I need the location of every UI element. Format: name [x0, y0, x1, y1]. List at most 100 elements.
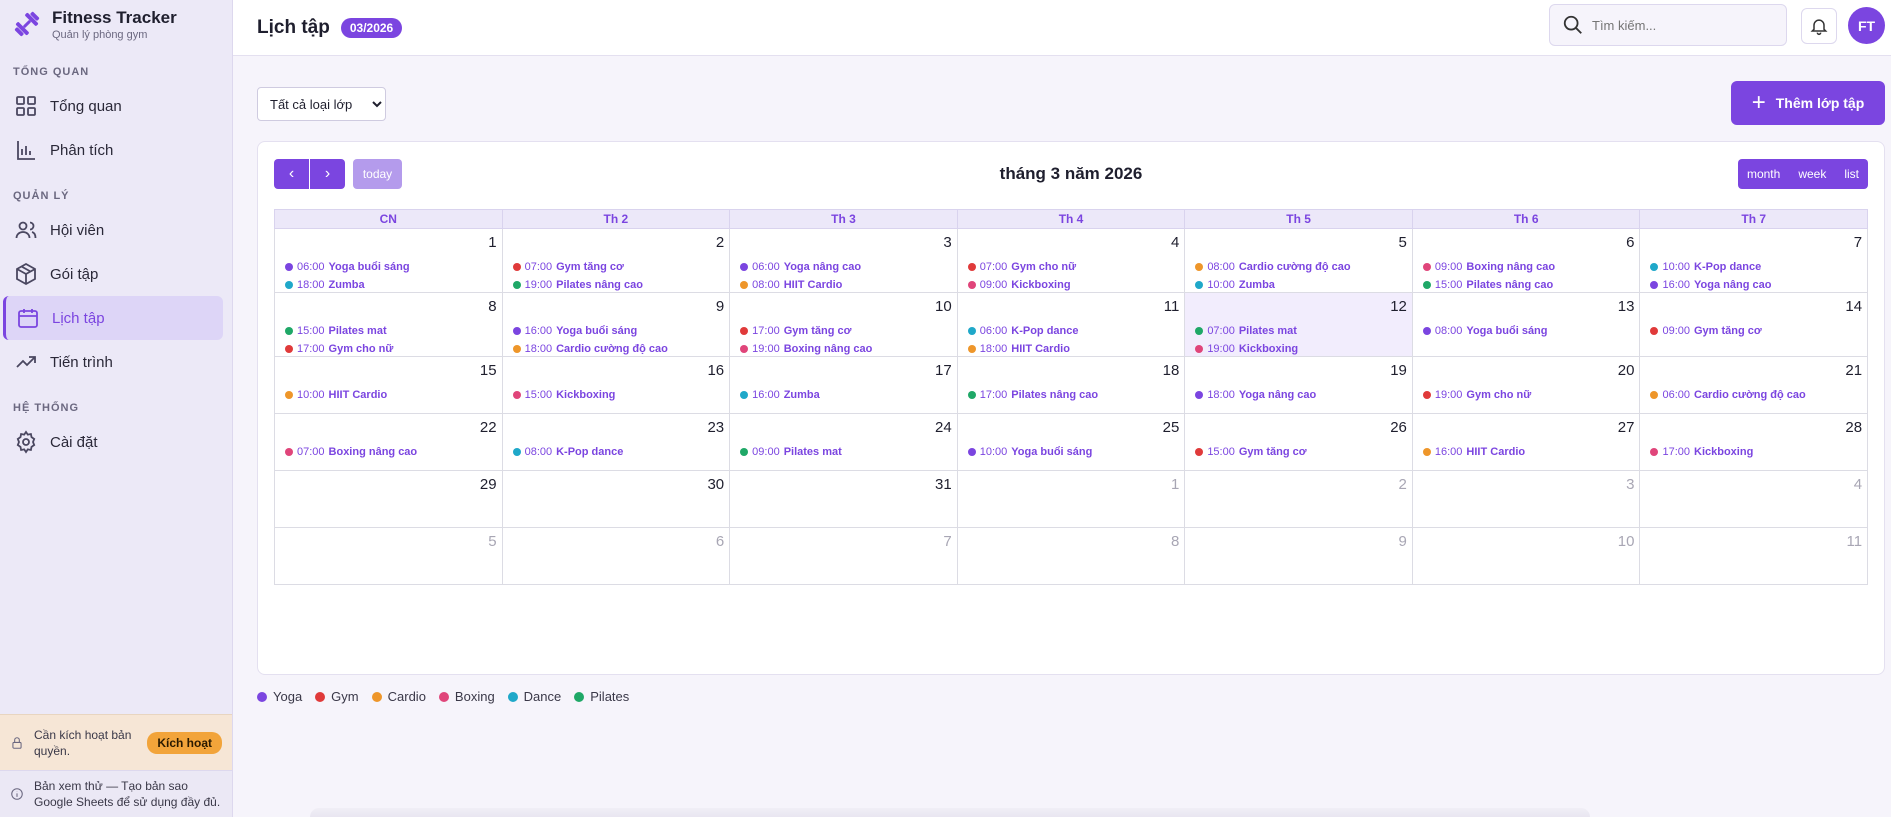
day-cell[interactable]: 13 08:00 Yoga buổi sáng — [1411, 293, 1640, 356]
day-cell[interactable]: 21 06:00 Cardio cường độ cao — [1639, 357, 1867, 413]
calendar-event[interactable]: 15:00 Pilates mat — [285, 322, 498, 340]
day-cell[interactable]: 25 10:00 Yoga buổi sáng — [956, 414, 1185, 470]
brand[interactable]: Fitness Tracker Quản lý phòng gym — [0, 0, 232, 48]
day-cell[interactable]: 30 — [501, 471, 730, 527]
sidebar-item[interactable]: Tiến trình — [3, 340, 223, 384]
sidebar-item[interactable]: Phân tích — [3, 128, 223, 172]
day-cell[interactable]: 5 08:00 Cardio cường độ cao 10:00 Zumba — [1184, 229, 1412, 292]
calendar-event[interactable]: 15:00 Pilates nâng cao — [1422, 276, 1636, 294]
day-cell[interactable]: 29 — [275, 471, 502, 527]
calendar-event[interactable]: 19:00 Pilates nâng cao — [512, 276, 726, 294]
view-month-button[interactable]: month — [1738, 159, 1789, 189]
day-cell[interactable]: 15 10:00 HIIT Cardio — [275, 357, 502, 413]
calendar-event[interactable]: 15:00 Kickboxing — [512, 386, 726, 404]
day-cell[interactable]: 4 — [1639, 471, 1867, 527]
calendar-event[interactable]: 07:00 Boxing nâng cao — [285, 443, 498, 461]
day-cell[interactable]: 7 — [729, 528, 957, 584]
day-cell[interactable]: 3 06:00 Yoga nâng cao 08:00 HIIT Cardio — [729, 229, 957, 292]
day-cell[interactable]: 26 15:00 Gym tăng cơ — [1184, 414, 1412, 470]
calendar-event[interactable]: 07:00 Gym tăng cơ — [512, 258, 726, 276]
calendar-event[interactable]: 07:00 Pilates mat — [1195, 322, 1408, 340]
sidebar-item[interactable]: Hội viên — [3, 208, 223, 252]
day-cell[interactable]: 3 — [1411, 471, 1640, 527]
day-cell[interactable]: 23 08:00 K-Pop dance — [501, 414, 730, 470]
calendar-event[interactable]: 07:00 Gym cho nữ — [967, 258, 1181, 276]
calendar-event[interactable]: 19:00 Kickboxing — [1195, 340, 1408, 358]
calendar-event[interactable]: 06:00 Cardio cường độ cao — [1650, 386, 1863, 404]
search-input[interactable] — [1592, 17, 1772, 33]
day-cell[interactable]: 18 17:00 Pilates nâng cao — [956, 357, 1185, 413]
calendar-event[interactable]: 06:00 Yoga buổi sáng — [285, 258, 498, 276]
day-cell[interactable]: 2 07:00 Gym tăng cơ 19:00 Pilates nâng cao — [501, 229, 730, 294]
calendar-event[interactable]: 16:00 HIIT Cardio — [1422, 443, 1636, 461]
day-cell[interactable]: 31 — [729, 471, 957, 527]
day-cell[interactable]: 7 10:00 K-Pop dance 16:00 Yoga nâng cao — [1639, 229, 1867, 292]
day-cell[interactable]: 5 — [275, 528, 502, 584]
calendar-event[interactable]: 19:00 Boxing nâng cao — [740, 340, 953, 358]
day-cell[interactable]: 16 15:00 Kickboxing — [501, 357, 730, 413]
add-class-button[interactable]: + Thêm lớp tập — [1731, 81, 1885, 125]
day-cell[interactable]: 1 — [956, 471, 1185, 527]
day-cell[interactable]: 19 18:00 Yoga nâng cao — [1184, 357, 1412, 413]
sidebar-item[interactable]: Lịch tập — [3, 296, 223, 340]
calendar-event[interactable]: 16:00 Yoga buổi sáng — [512, 322, 726, 340]
calendar-event[interactable]: 18:00 Zumba — [285, 276, 498, 294]
calendar-event[interactable]: 06:00 Yoga nâng cao — [740, 258, 953, 276]
calendar-event[interactable]: 17:00 Pilates nâng cao — [967, 386, 1181, 404]
day-cell[interactable]: 24 09:00 Pilates mat — [729, 414, 957, 470]
notification-button[interactable] — [1801, 8, 1837, 44]
calendar-event[interactable]: 18:00 Yoga nâng cao — [1195, 386, 1408, 404]
calendar-event[interactable]: 19:00 Gym cho nữ — [1422, 386, 1636, 404]
calendar-event[interactable]: 15:00 Gym tăng cơ — [1195, 443, 1408, 461]
day-cell[interactable]: 22 07:00 Boxing nâng cao — [275, 414, 502, 470]
activate-button[interactable]: Kích hoạt — [147, 731, 222, 754]
calendar-event[interactable]: 09:00 Boxing nâng cao — [1422, 258, 1636, 276]
calendar-event[interactable]: 10:00 HIIT Cardio — [285, 386, 498, 404]
calendar-event[interactable]: 08:00 K-Pop dance — [512, 443, 726, 461]
day-cell[interactable]: 11 06:00 K-Pop dance 18:00 HIIT Cardio — [956, 293, 1185, 358]
day-cell[interactable]: 6 09:00 Boxing nâng cao 15:00 Pilates nâng c… — [1411, 229, 1640, 294]
calendar-event[interactable]: 08:00 Yoga buổi sáng — [1422, 322, 1636, 340]
calendar-event[interactable]: 17:00 Gym tăng cơ — [740, 322, 953, 340]
calendar-event[interactable]: 18:00 Cardio cường độ cao — [512, 340, 726, 358]
class-type-filter[interactable]: Tất cả loại lớp — [257, 87, 386, 121]
calendar-event[interactable]: 17:00 Gym cho nữ — [285, 340, 498, 358]
day-cell[interactable]: 9 16:00 Yoga buổi sáng 18:00 Cardio cường độ… — [501, 293, 730, 358]
sidebar-item[interactable]: Cài đặt — [3, 420, 223, 464]
day-cell[interactable]: 12 07:00 Pilates mat 19:00 Kickboxing — [1184, 293, 1412, 356]
day-cell[interactable]: 10 — [1411, 528, 1640, 584]
view-list-button[interactable]: list — [1835, 159, 1868, 189]
calendar-event[interactable]: 16:00 Yoga nâng cao — [1650, 276, 1863, 294]
calendar-event[interactable]: 09:00 Gym tăng cơ — [1650, 322, 1863, 340]
sidebar-item[interactable]: Gói tập — [3, 252, 223, 296]
view-week-button[interactable]: week — [1789, 159, 1835, 189]
search-box[interactable] — [1549, 4, 1787, 46]
calendar-event[interactable]: 10:00 Zumba — [1195, 276, 1408, 294]
day-cell[interactable]: 8 — [956, 528, 1185, 584]
day-cell[interactable]: 10 17:00 Gym tăng cơ 19:00 Boxing nâng cao — [729, 293, 957, 356]
calendar-event[interactable]: 18:00 HIIT Cardio — [967, 340, 1181, 358]
calendar-event[interactable]: 09:00 Kickboxing — [967, 276, 1181, 294]
day-cell[interactable]: 27 16:00 HIIT Cardio — [1411, 414, 1640, 470]
day-cell[interactable]: 6 — [501, 528, 730, 584]
avatar[interactable]: FT — [1848, 7, 1885, 44]
calendar-event[interactable]: 10:00 Yoga buổi sáng — [967, 443, 1181, 461]
day-cell[interactable]: 28 17:00 Kickboxing — [1639, 414, 1867, 470]
day-cell[interactable]: 9 — [1184, 528, 1412, 584]
day-cell[interactable]: 4 07:00 Gym cho nữ 09:00 Kickboxing — [956, 229, 1185, 294]
calendar-event[interactable]: 08:00 Cardio cường độ cao — [1195, 258, 1408, 276]
day-cell[interactable]: 2 — [1184, 471, 1412, 527]
day-cell[interactable]: 8 15:00 Pilates mat 17:00 Gym cho nữ — [275, 293, 502, 356]
calendar-event[interactable]: 17:00 Kickboxing — [1650, 443, 1863, 461]
calendar-event[interactable]: 08:00 HIIT Cardio — [740, 276, 953, 294]
calendar-event[interactable]: 10:00 K-Pop dance — [1650, 258, 1863, 276]
calendar-event[interactable]: 06:00 K-Pop dance — [967, 322, 1181, 340]
day-cell[interactable]: 11 — [1639, 528, 1867, 584]
day-cell[interactable]: 17 16:00 Zumba — [729, 357, 957, 413]
calendar-event[interactable]: 16:00 Zumba — [740, 386, 953, 404]
sidebar-item[interactable]: Tổng quan — [3, 84, 223, 128]
day-cell[interactable]: 1 06:00 Yoga buổi sáng 18:00 Zumba — [275, 229, 502, 292]
calendar-event[interactable]: 09:00 Pilates mat — [740, 443, 953, 461]
day-cell[interactable]: 14 09:00 Gym tăng cơ — [1639, 293, 1867, 356]
day-cell[interactable]: 20 19:00 Gym cho nữ — [1411, 357, 1640, 413]
